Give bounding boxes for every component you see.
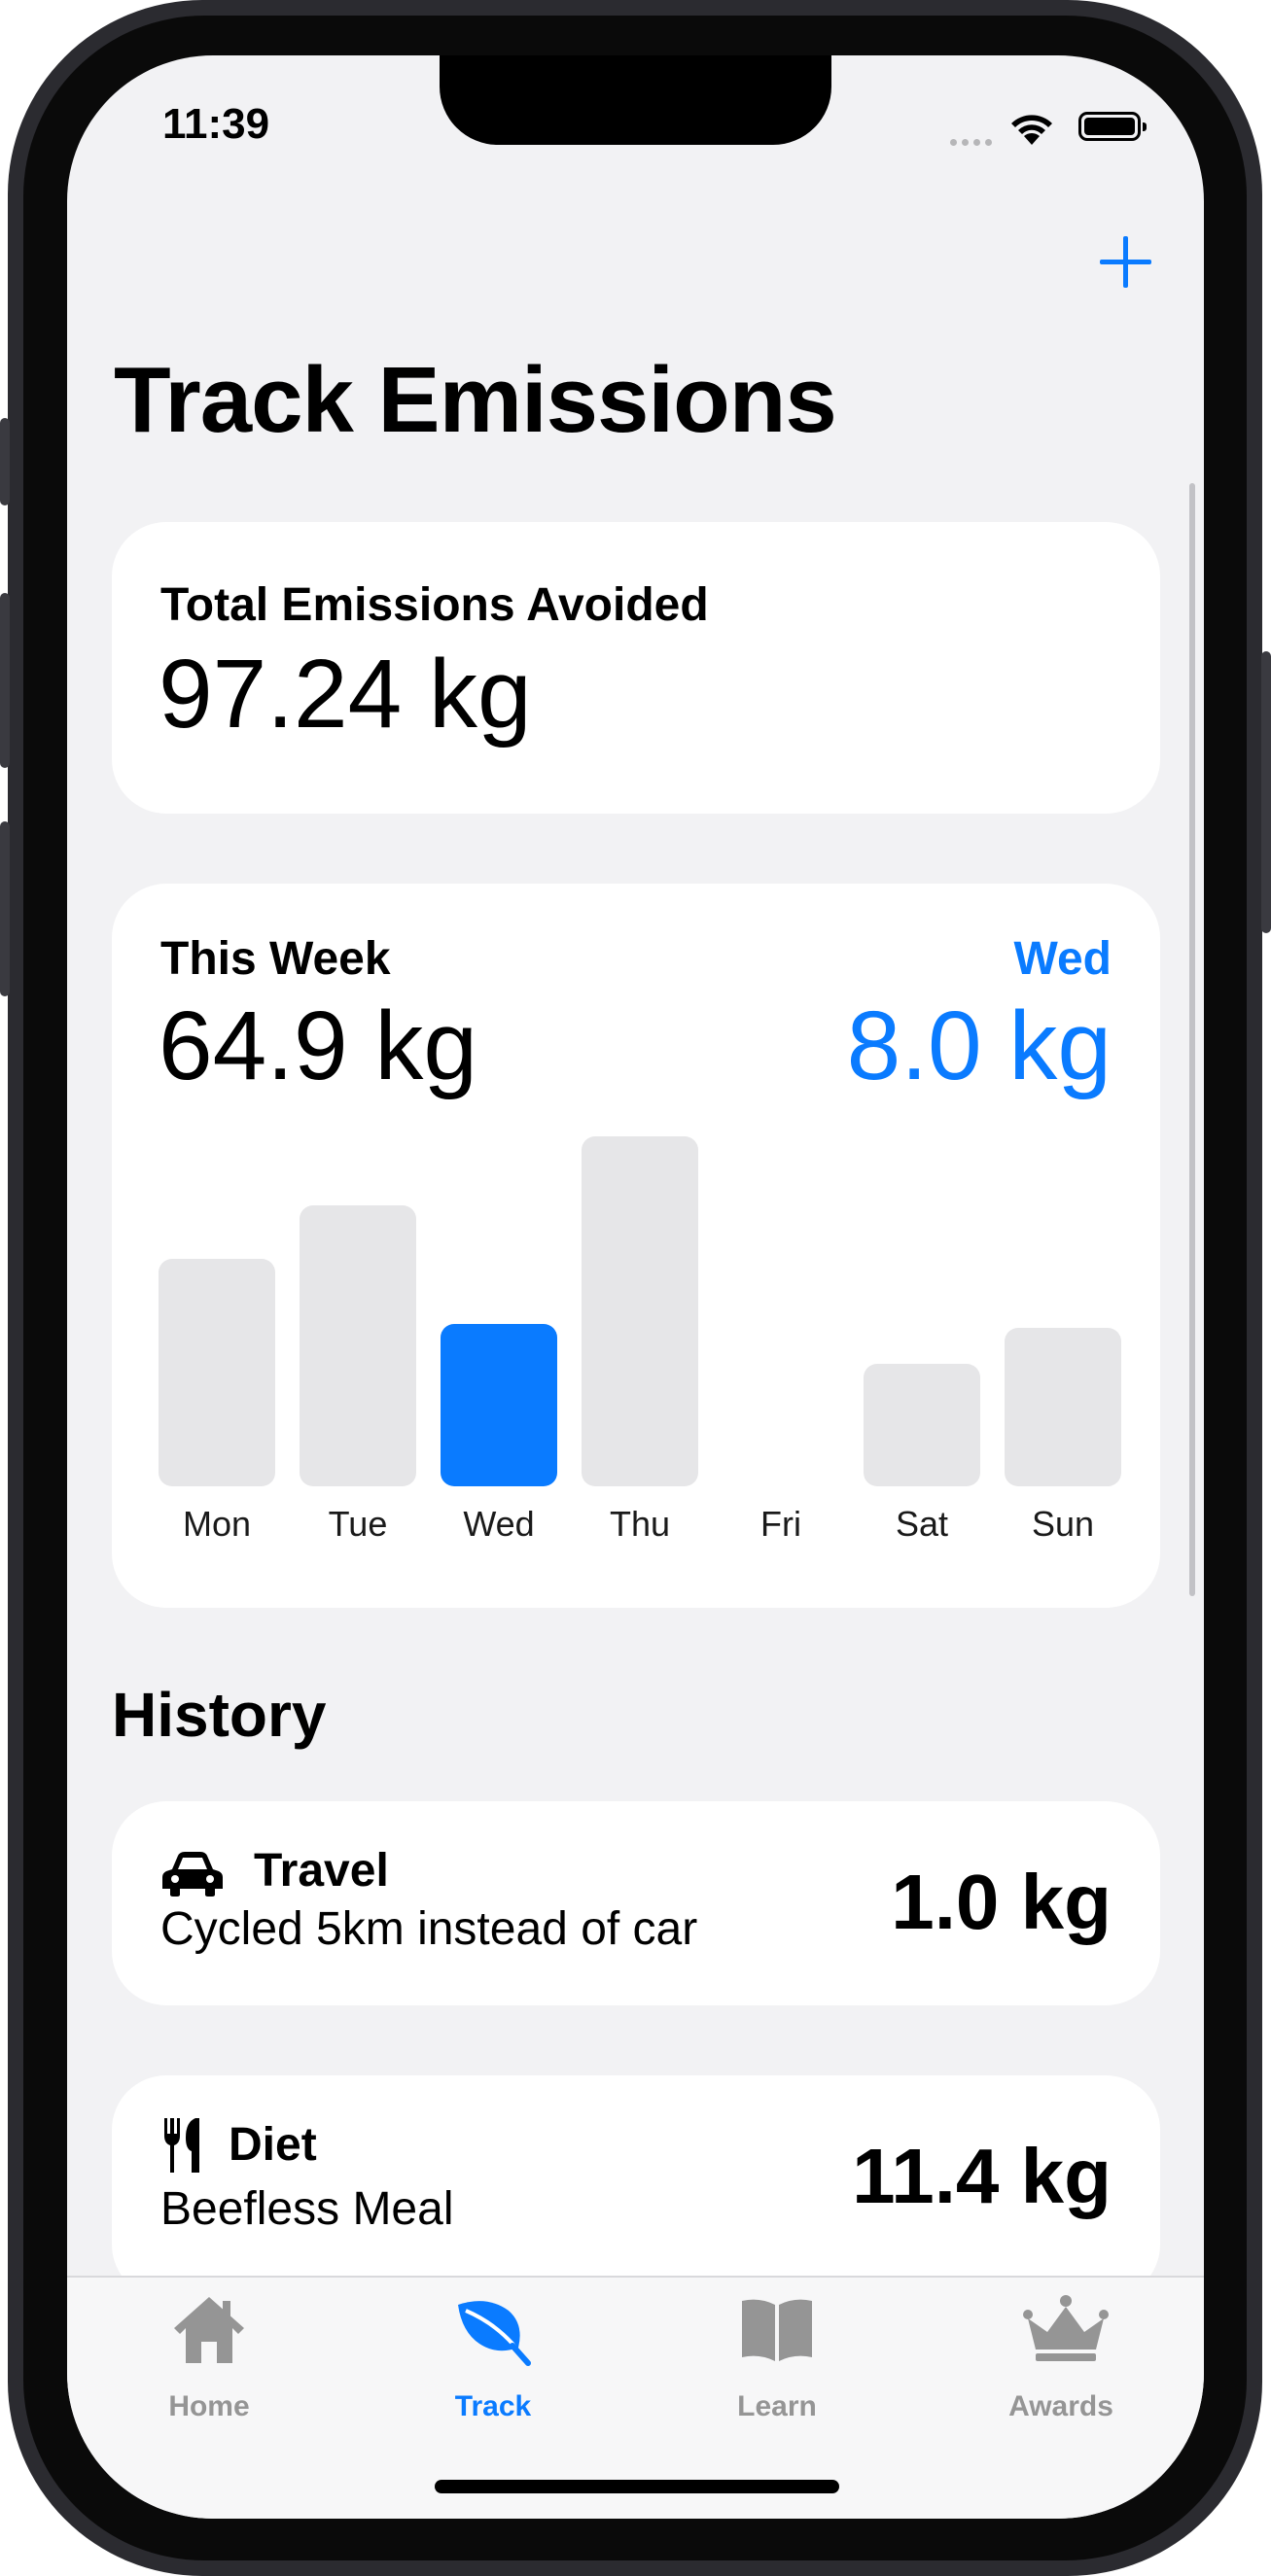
- history-description: Beefless Meal: [160, 2183, 454, 2235]
- history-category: Diet: [229, 2119, 317, 2171]
- add-button[interactable]: [1096, 232, 1154, 291]
- volume-down-button: [0, 821, 10, 996]
- history-value: 11.4 kg: [852, 2133, 1112, 2219]
- tab-awards[interactable]: Awards: [964, 2293, 1158, 2429]
- tab-home[interactable]: Home: [112, 2293, 306, 2429]
- chart-plot-area: [159, 1136, 1121, 1486]
- house-icon: [174, 2297, 244, 2363]
- app-screen: 11:39 Track Emissions Total Emissions Av…: [67, 55, 1204, 2519]
- x-tick-label: Tue: [328, 1504, 388, 1544]
- tab-label: Learn: [737, 2390, 817, 2422]
- wifi-icon: [1011, 115, 1052, 145]
- tab-label: Track: [454, 2390, 532, 2422]
- battery-icon: [1078, 112, 1147, 141]
- fork-knife-icon: [164, 2118, 199, 2173]
- home-indicator[interactable]: [435, 2480, 839, 2493]
- book-icon: [742, 2299, 812, 2361]
- bar-thu[interactable]: [582, 1136, 698, 1486]
- status-time: 11:39: [162, 100, 270, 148]
- selected-day-value: 8.0 kg: [846, 992, 1112, 1100]
- weekly-bar-chart: Mon Tue Wed Thu Fri Sat Sun: [159, 1136, 1121, 1564]
- bar-mon[interactable]: [159, 1259, 275, 1486]
- mute-switch: [0, 418, 10, 505]
- history-heading: History: [112, 1680, 327, 1750]
- crown-icon: [1023, 2295, 1109, 2361]
- x-tick-label: Thu: [609, 1504, 671, 1544]
- history-item[interactable]: Diet Beefless Meal 11.4 kg: [112, 2075, 1160, 2299]
- x-tick-label: Wed: [463, 1504, 535, 1544]
- tab-learn[interactable]: Learn: [680, 2293, 874, 2429]
- total-emissions-card: Total Emissions Avoided 97.24 kg: [112, 522, 1160, 814]
- bar-sun[interactable]: [1005, 1328, 1121, 1486]
- weekly-chart-card: This Week 64.9 kg Wed 8.0 kg Mon Tue Wed Th…: [112, 884, 1160, 1608]
- leaf-icon: [458, 2301, 531, 2366]
- scrollbar[interactable]: [1189, 483, 1195, 1596]
- bar-wed[interactable]: [441, 1324, 557, 1486]
- selected-day-label: Wed: [1013, 933, 1112, 985]
- volume-up-button: [0, 593, 10, 768]
- total-emissions-label: Total Emissions Avoided: [160, 579, 709, 631]
- page-title: Track Emissions: [114, 348, 837, 452]
- week-total-value: 64.9 kg: [159, 992, 478, 1100]
- x-tick-label: Sat: [895, 1504, 949, 1544]
- notch: [440, 55, 831, 145]
- bar-tue[interactable]: [300, 1205, 416, 1486]
- history-description: Cycled 5km instead of car: [160, 1903, 698, 1955]
- bar-sat[interactable]: [864, 1364, 980, 1486]
- week-label: This Week: [160, 933, 391, 985]
- x-tick-label: Fri: [760, 1504, 801, 1544]
- tab-label: Home: [168, 2390, 250, 2422]
- tab-label: Awards: [1008, 2390, 1113, 2422]
- chart-x-axis: Mon Tue Wed Thu Fri Sat Sun: [159, 1504, 1121, 1552]
- car-icon: [162, 1852, 223, 1897]
- total-emissions-value: 97.24 kg: [159, 640, 532, 748]
- history-category: Travel: [254, 1845, 389, 1897]
- history-value: 1.0 kg: [891, 1859, 1112, 1945]
- x-tick-label: Mon: [182, 1504, 252, 1544]
- x-tick-label: Sun: [1031, 1504, 1095, 1544]
- cellular-signal-icon: [950, 133, 999, 146]
- tab-track[interactable]: Track: [396, 2293, 590, 2429]
- power-button: [1261, 651, 1271, 933]
- history-item[interactable]: Travel Cycled 5km instead of car 1.0 kg: [112, 1801, 1160, 2005]
